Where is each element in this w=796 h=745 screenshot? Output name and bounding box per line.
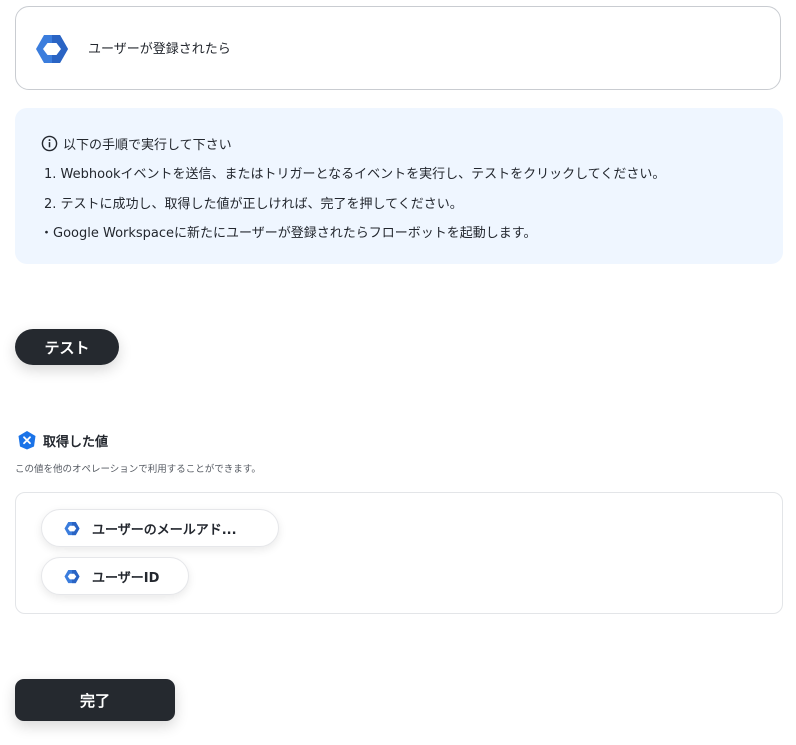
instruction-step-2: 2. テストに成功し、取得した値が正しければ、完了を押してください。: [44, 197, 463, 212]
value-chip-user-email[interactable]: ユーザーのメールアド...: [41, 509, 279, 547]
done-button[interactable]: 完了: [15, 679, 175, 721]
value-chip-user-id[interactable]: ユーザーID: [41, 557, 189, 595]
test-button[interactable]: テスト: [15, 329, 119, 365]
acquired-values-list: ユーザーのメールアド... ユーザーID: [15, 492, 783, 614]
google-workspace-hexagon-icon: [36, 35, 68, 63]
info-icon: [41, 135, 58, 152]
yoom-badge-icon: [18, 431, 36, 450]
google-workspace-hexagon-icon: [64, 569, 80, 583]
value-chip-label: ユーザーのメールアド...: [92, 522, 237, 538]
trigger-label: ユーザーが登録されたら: [88, 42, 231, 57]
acquired-values-title: 取得した値: [43, 434, 109, 450]
instructions-box: 以下の手順で実行して下さい 1. Webhookイベントを送信、またはトリガーと…: [15, 108, 783, 264]
acquired-values-heading: 取得した値: [17, 430, 108, 450]
acquired-values-description: この値を他のオペレーションで利用することができます。: [15, 464, 261, 475]
instructions-title-text: 以下の手順で実行して下さい: [63, 138, 232, 153]
google-workspace-hexagon-icon: [64, 521, 80, 535]
instruction-step-1: 1. Webhookイベントを送信、またはトリガーとなるイベントを実行し、テスト…: [44, 167, 666, 182]
trigger-card[interactable]: ユーザーが登録されたら: [15, 6, 781, 90]
instruction-note: ・Google Workspaceに新たにユーザーが登録されたらフローボットを起…: [40, 226, 537, 241]
instructions-title: 以下の手順で実行して下さい: [41, 134, 232, 153]
value-chip-label: ユーザーID: [92, 570, 160, 586]
